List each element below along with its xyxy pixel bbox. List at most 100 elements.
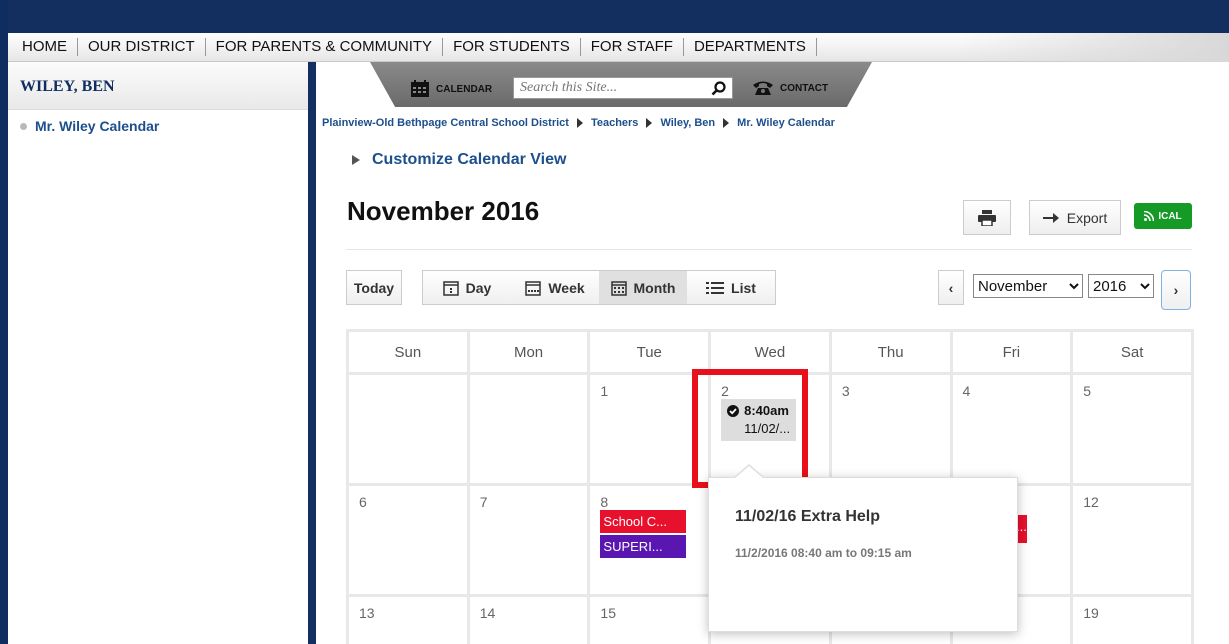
day-cell[interactable]: 13	[349, 597, 467, 644]
calendar-button[interactable]: CALENDAR	[410, 80, 492, 98]
day-cell[interactable]: 8 School C... SUPERI...	[590, 486, 709, 594]
breadcrumb-teachers[interactable]: Teachers	[591, 117, 639, 129]
search-box	[513, 77, 733, 99]
nav-our-district[interactable]: OUR DISTRICT	[78, 38, 206, 56]
previous-month-button[interactable]: ‹	[938, 270, 964, 305]
check-circle-icon	[727, 405, 740, 417]
day-cell[interactable]: 14	[469, 597, 588, 644]
main-content: CALENDAR CONTACT Plainview-Old Bethpage …	[316, 62, 1229, 644]
calendar-month-icon	[610, 280, 627, 296]
breadcrumb-wiley[interactable]: Wiley, Ben	[660, 117, 715, 129]
export-button[interactable]: Export	[1029, 200, 1121, 235]
weekday-header: Sat	[1073, 332, 1191, 372]
nav-staff[interactable]: FOR STAFF	[581, 38, 684, 56]
day-number: 1	[600, 383, 609, 399]
day-cell[interactable]: 15	[590, 597, 709, 644]
divider	[346, 249, 1192, 250]
sidebar-title: WILEY, BEN	[8, 62, 308, 110]
view-switcher: Day Week Month List	[422, 270, 776, 305]
week-view-button[interactable]: Week	[511, 271, 599, 304]
today-button[interactable]: Today	[346, 270, 402, 305]
day-cell[interactable]: 5	[1073, 375, 1191, 483]
printer-icon	[978, 209, 996, 226]
week-view-label: Week	[548, 279, 585, 296]
day-cell[interactable]: 1	[590, 375, 709, 483]
ical-label: ICAL	[1158, 210, 1182, 222]
search-input[interactable]	[520, 80, 690, 96]
day-cell[interactable]: 4	[952, 375, 1071, 483]
day-number: 3	[841, 383, 850, 399]
popover-arrow-inner	[734, 466, 764, 479]
day-number: 5	[1083, 383, 1092, 399]
search-icon[interactable]	[711, 80, 726, 96]
customize-label: Customize Calendar View	[372, 151, 567, 168]
day-number: 4	[962, 383, 971, 399]
bullet-icon	[20, 122, 27, 130]
day-number: 2	[721, 383, 729, 399]
nav-home[interactable]: HOME	[8, 38, 78, 56]
month-select[interactable]: November	[973, 274, 1083, 298]
day-cell[interactable]: 12	[1073, 486, 1191, 594]
list-icon	[706, 281, 725, 294]
event-school-c[interactable]: School C...	[600, 510, 687, 533]
weekday-header: Tue	[590, 332, 709, 372]
top-nav: HOME OUR DISTRICT FOR PARENTS & COMMUNIT…	[8, 33, 1229, 62]
next-month-button[interactable]: ›	[1161, 270, 1191, 310]
popover-title: 11/02/16 Extra Help	[735, 508, 880, 525]
day-number: 12	[1083, 494, 1099, 510]
weekday-header: Wed	[711, 332, 829, 372]
event-popover: 11/02/16 Extra Help 11/2/2016 08:40 am t…	[708, 464, 1018, 632]
breadcrumb-separator-icon	[576, 118, 583, 128]
print-button[interactable]	[963, 200, 1011, 235]
day-cell[interactable]: 7	[469, 486, 588, 594]
day-number: 7	[479, 494, 488, 510]
day-number: 19	[1083, 605, 1099, 621]
day-cell[interactable]	[469, 375, 588, 483]
day-number: 8	[600, 494, 609, 510]
event-time: 8:40am	[744, 403, 789, 418]
month-view-label: Month	[633, 279, 676, 296]
customize-calendar-toggle[interactable]: Customize Calendar View	[352, 151, 566, 169]
contact-button[interactable]: CONTACT	[752, 80, 828, 96]
day-number: 13	[359, 605, 375, 621]
contact-button-label: CONTACT	[780, 82, 829, 94]
breadcrumb-calendar[interactable]: Mr. Wiley Calendar	[737, 117, 835, 129]
weekday-header: Mon	[469, 332, 588, 372]
nav-departments[interactable]: DEPARTMENTS	[684, 38, 817, 56]
day-view-label: Day	[465, 279, 492, 296]
ical-button[interactable]: ICAL	[1134, 203, 1192, 229]
triangle-right-icon	[352, 155, 360, 165]
breadcrumb: Plainview-Old Bethpage Central School Di…	[322, 117, 835, 129]
day-cell[interactable]: 3	[831, 375, 950, 483]
event-superi[interactable]: SUPERI...	[600, 535, 687, 558]
weekday-header: Thu	[831, 332, 950, 372]
breadcrumb-district[interactable]: Plainview-Old Bethpage Central School Di…	[322, 117, 569, 129]
day-number: 6	[359, 494, 367, 510]
rss-icon	[1144, 211, 1155, 221]
year-select[interactable]: 2016	[1088, 274, 1154, 298]
sidebar-item-calendar[interactable]: Mr. Wiley Calendar	[8, 110, 308, 134]
breadcrumb-separator-icon	[646, 118, 653, 128]
calendar-day-icon	[442, 280, 459, 296]
event-extra-help[interactable]: 8:40am 11/02/...	[721, 399, 797, 441]
day-cell[interactable]: 6	[349, 486, 467, 594]
month-view-button[interactable]: Month	[599, 271, 687, 304]
day-number: 14	[479, 605, 496, 621]
week-row: 1 2 8:40am 11/02/... 3 4 5	[349, 375, 1191, 483]
weekday-header: Fri	[952, 332, 1071, 372]
nav-parents-community[interactable]: FOR PARENTS & COMMUNITY	[206, 38, 444, 56]
list-view-button[interactable]: List	[687, 271, 775, 304]
day-cell[interactable]: 19	[1073, 597, 1191, 644]
popover-time: 11/2/2016 08:40 am to 09:15 am	[735, 546, 912, 560]
day-cell[interactable]: 2 8:40am 11/02/...	[711, 375, 829, 483]
weekday-header: Sun	[349, 332, 467, 372]
day-view-button[interactable]: Day	[423, 271, 511, 304]
calendar-icon	[411, 80, 429, 97]
nav-students[interactable]: FOR STUDENTS	[443, 38, 581, 56]
day-cell[interactable]	[349, 375, 467, 483]
tool-tab: CALENDAR CONTACT	[370, 62, 872, 107]
page-title: November 2016	[347, 196, 540, 226]
weekday-header-row: Sun Mon Tue Wed Thu Fri Sat	[349, 332, 1191, 372]
calendar-button-label: CALENDAR	[436, 83, 493, 95]
day-number: 15	[600, 605, 616, 621]
